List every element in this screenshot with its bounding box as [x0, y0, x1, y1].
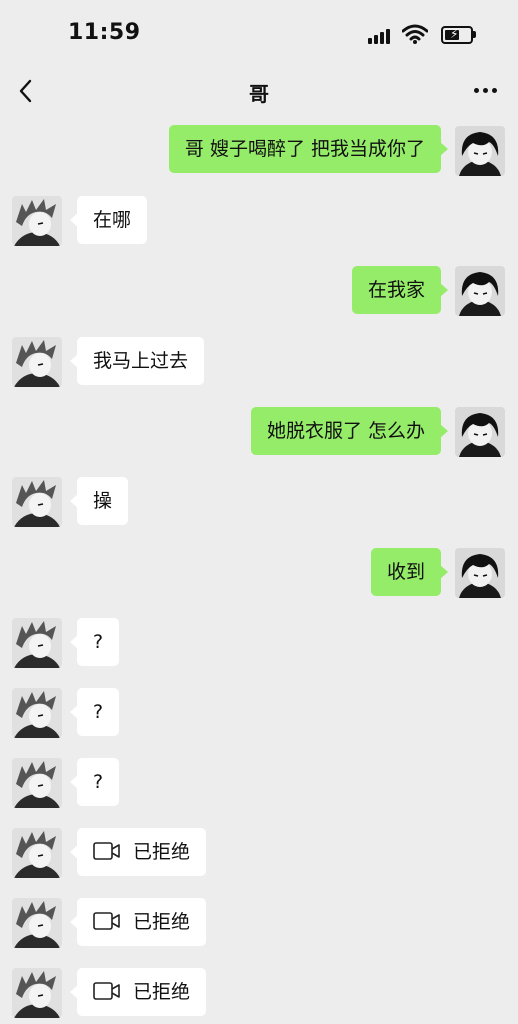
battery-tip: [473, 31, 476, 38]
chat-header: 哥: [0, 66, 518, 118]
video-call-rejected-bubble[interactable]: 已拒绝: [69, 968, 207, 1016]
video-call-icon: [93, 842, 120, 860]
message-bubble-incoming[interactable]: ?: [69, 618, 120, 666]
status-time: 11:59: [68, 20, 141, 45]
call-status-text: 已拒绝: [133, 841, 191, 863]
contact-avatar[interactable]: [12, 898, 62, 948]
message-bubble-outgoing[interactable]: 哥 嫂子喝醉了 把我当成你了: [168, 125, 449, 173]
message-bubble-outgoing[interactable]: 在我家: [351, 266, 449, 314]
video-call-rejected-bubble[interactable]: 已拒绝: [69, 828, 207, 876]
video-call-rejected-bubble[interactable]: 已拒绝: [69, 898, 207, 946]
message-bubble-incoming[interactable]: 操: [69, 477, 129, 525]
contact-avatar[interactable]: [12, 968, 62, 1018]
my-avatar[interactable]: [455, 407, 505, 457]
chat-title: 哥: [249, 82, 269, 106]
message-bubble-outgoing[interactable]: 她脱衣服了 怎么办: [250, 407, 449, 455]
contact-avatar[interactable]: [12, 618, 62, 668]
status-bar: 11:59 ⚡: [0, 0, 518, 66]
my-avatar[interactable]: [455, 126, 505, 176]
contact-avatar[interactable]: [12, 688, 62, 738]
video-call-icon: [93, 912, 120, 930]
contact-avatar[interactable]: [12, 828, 62, 878]
message-bubble-incoming[interactable]: 在哪: [69, 196, 148, 244]
message-bubble-outgoing[interactable]: 收到: [370, 548, 449, 596]
contact-avatar[interactable]: [12, 337, 62, 387]
contact-avatar[interactable]: [12, 477, 62, 527]
message-bubble-incoming[interactable]: 我马上过去: [69, 337, 205, 385]
wifi-icon: [402, 24, 428, 44]
my-avatar[interactable]: [455, 548, 505, 598]
contact-avatar[interactable]: [12, 758, 62, 808]
battery-icon: ⚡: [441, 26, 473, 44]
contact-avatar[interactable]: [12, 196, 62, 246]
message-bubble-incoming[interactable]: ?: [69, 758, 120, 806]
more-options-icon[interactable]: [472, 88, 500, 96]
call-status-text: 已拒绝: [133, 981, 191, 1003]
call-status-text: 已拒绝: [133, 911, 191, 933]
video-call-icon: [93, 982, 120, 1000]
my-avatar[interactable]: [455, 266, 505, 316]
message-bubble-incoming[interactable]: ?: [69, 688, 120, 736]
cellular-signal-icon: [368, 28, 392, 44]
